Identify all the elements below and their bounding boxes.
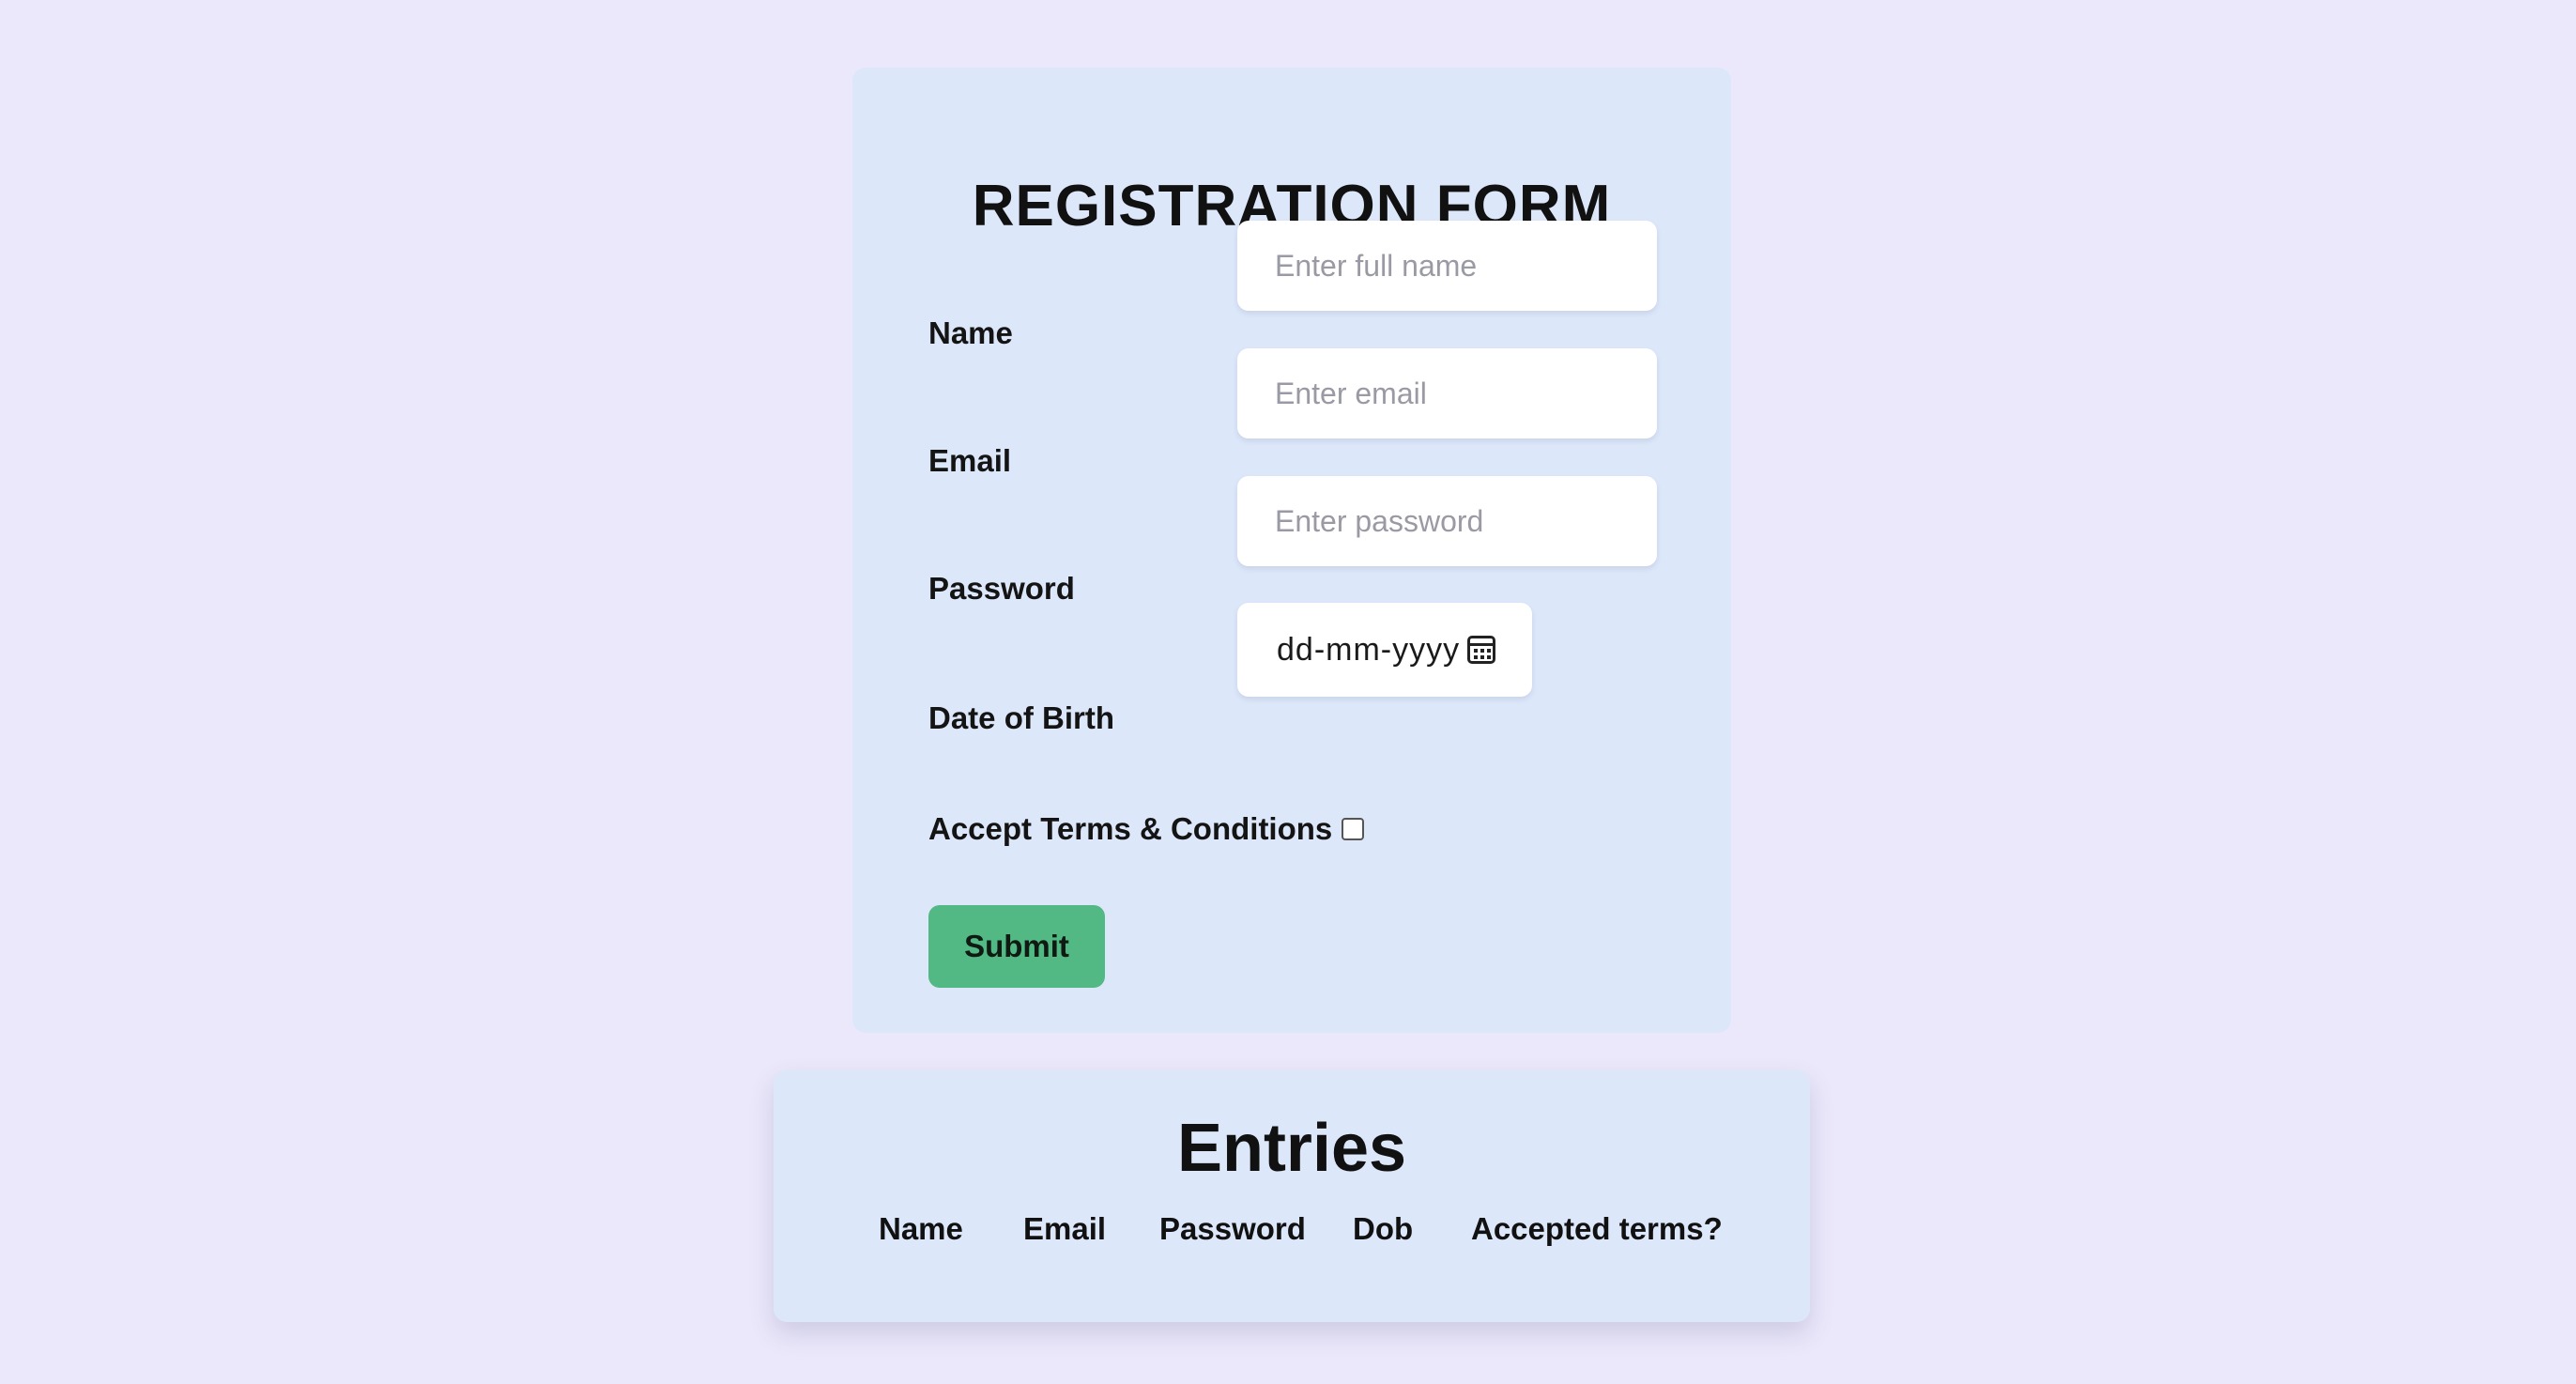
column-header-email: Email: [1023, 1211, 1107, 1246]
password-label: Password: [928, 571, 1075, 606]
terms-row: Accept Terms & Conditions: [928, 811, 1365, 847]
column-header-dob: Dob: [1353, 1211, 1414, 1246]
dob-placeholder: dd-mm-yyyy: [1277, 631, 1461, 668]
email-label: Email: [928, 443, 1012, 478]
email-input[interactable]: [1237, 348, 1657, 438]
column-header-accepted-terms: Accepted terms?: [1471, 1211, 1723, 1246]
submit-button[interactable]: Submit: [928, 905, 1105, 988]
terms-checkbox[interactable]: [1342, 818, 1365, 840]
column-header-password: Password: [1159, 1211, 1306, 1246]
column-header-name: Name: [879, 1211, 963, 1246]
entries-card: Entries Name Email Password Dob Accepted…: [774, 1070, 1810, 1322]
name-label: Name: [928, 315, 1013, 350]
name-input[interactable]: [1237, 221, 1657, 311]
dob-label: Date of Birth: [928, 700, 1114, 735]
password-input[interactable]: [1237, 476, 1657, 566]
calendar-icon[interactable]: [1467, 636, 1496, 664]
entries-title: Entries: [1176, 1111, 1407, 1186]
terms-label: Accept Terms & Conditions: [928, 811, 1333, 846]
registration-form-card: REGISTRATION FORM Name Email Password Da…: [852, 68, 1731, 1033]
dob-input[interactable]: dd-mm-yyyy: [1237, 603, 1532, 697]
